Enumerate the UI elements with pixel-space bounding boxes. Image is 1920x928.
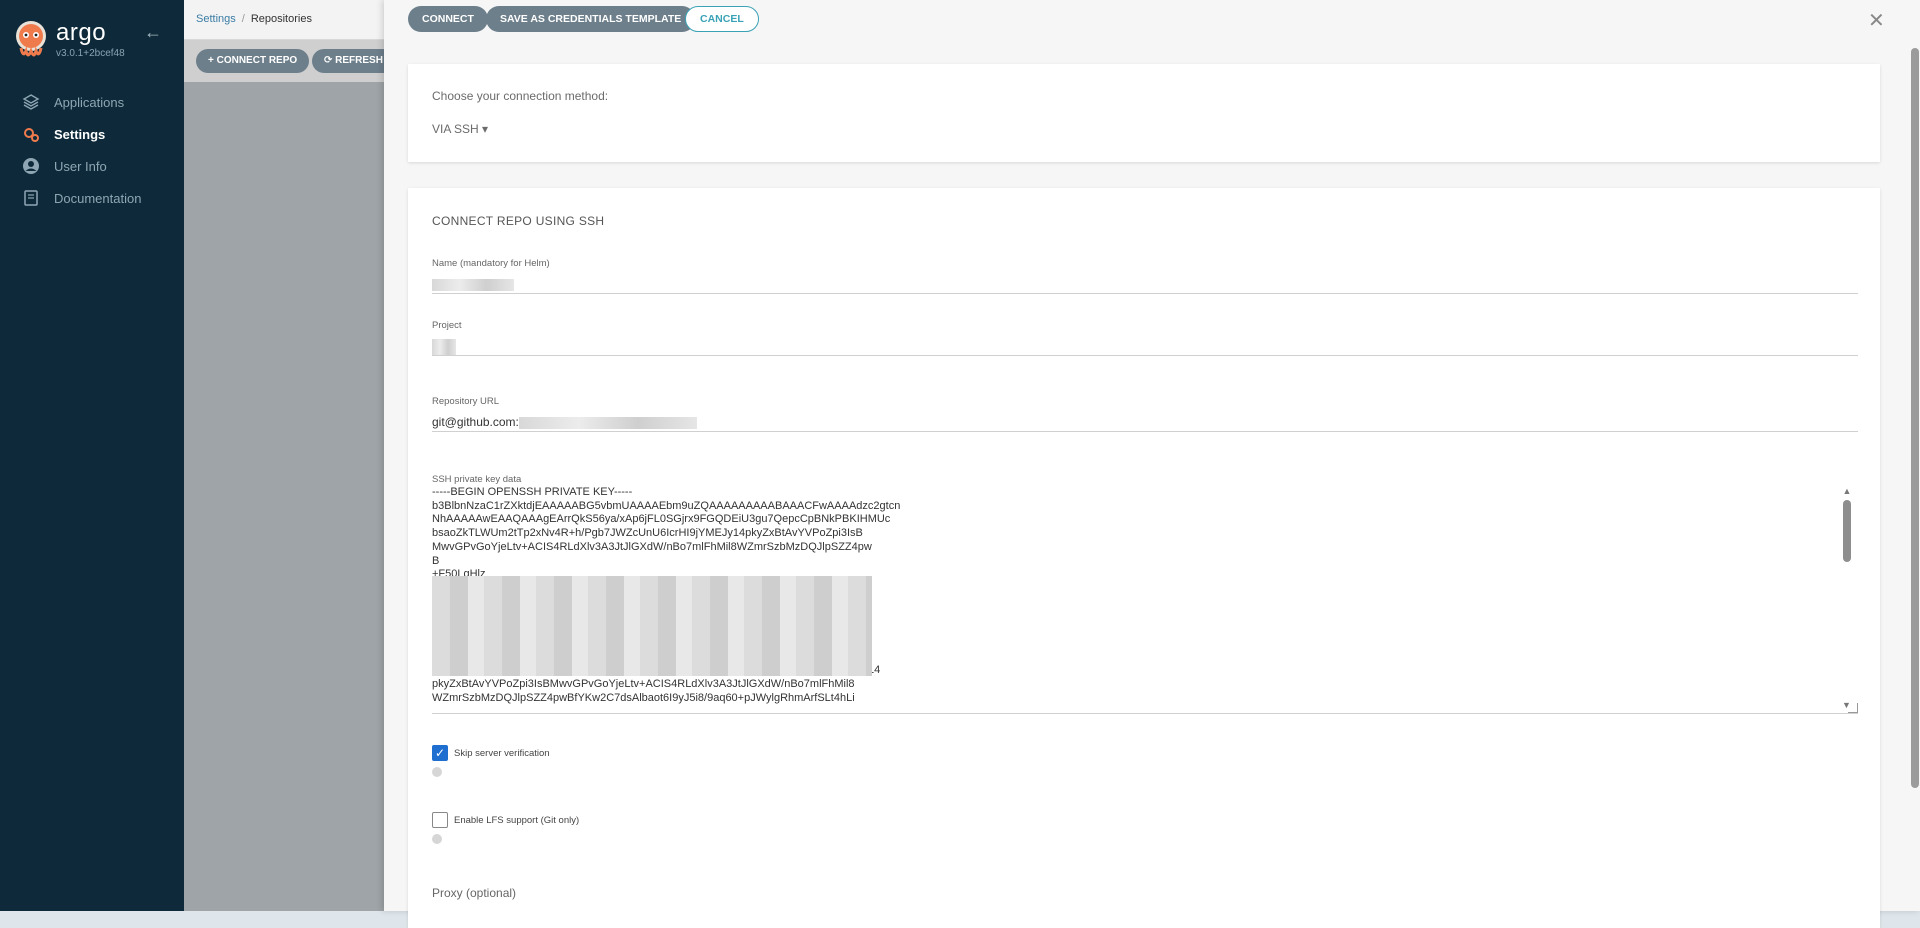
ssh-key-textarea[interactable]: -----BEGIN OPENSSH PRIVATE KEY----- b3Bl… [432,486,1822,706]
sidebar-item-label: User Info [54,158,107,174]
resize-handle-icon[interactable] [1848,703,1858,713]
textarea-scrollbar[interactable]: ▲ ▼ [1840,486,1854,710]
layers-icon [22,93,40,111]
project-input[interactable] [432,339,1858,355]
skip-verification-checkbox[interactable]: ✓ [432,745,448,761]
sidebar-item-label: Applications [54,94,125,110]
connect-button[interactable]: CONNECT [408,6,488,32]
cancel-button[interactable]: CANCEL [685,6,759,32]
skip-verification-label: Skip server verification [454,747,550,759]
panel-header: CONNECT SAVE AS CREDENTIALS TEMPLATE CAN… [384,0,1920,40]
sidebar-item-documentation[interactable]: Documentation [0,182,184,214]
dropdown-value: VIA SSH [432,122,479,136]
gears-icon [22,125,40,143]
skip-verification-row[interactable]: ✓ Skip server verification [432,745,550,761]
refresh-button[interactable]: ⟳ REFRESH [312,49,395,73]
save-credentials-template-button[interactable]: SAVE AS CREDENTIALS TEMPLATE [486,6,696,32]
sidebar-item-settings[interactable]: Settings [0,118,184,150]
project-label: Project [432,320,462,331]
method-prompt: Choose your connection method: [432,89,609,103]
scroll-thumb[interactable] [1843,500,1851,562]
connect-repo-panel: CONNECT SAVE AS CREDENTIALS TEMPLATE CAN… [384,0,1920,928]
section-title: CONNECT REPO USING SSH [432,214,605,228]
argo-octopus-icon [16,21,46,57]
caret-down-icon: ▾ [482,122,489,136]
lfs-checkbox[interactable] [432,812,448,828]
proxy-label: Proxy (optional) [432,886,517,900]
repo-url-input[interactable]: git@github.com: [432,415,1858,431]
logo-name: argo [56,19,107,46]
panel-scroll-thumb[interactable] [1911,48,1919,788]
ssh-form-card: CONNECT REPO USING SSH Name (mandatory f… [408,188,1880,928]
book-icon [22,189,40,207]
ssh-key-label: SSH private key data [432,474,522,485]
name-input[interactable] [432,277,1858,293]
argo-logo[interactable]: argo v3.0.1+2bcef48 [14,18,125,60]
close-icon[interactable]: ✕ [1868,8,1885,33]
breadcrumb-current: Repositories [250,13,312,25]
info-hint-icon[interactable] [432,767,442,777]
sidebar-item-label: Documentation [54,190,142,206]
sidebar-item-user-info[interactable]: User Info [0,150,184,182]
collapse-sidebar-icon[interactable]: ← [144,23,164,41]
sidebar-item-label: Settings [54,126,106,142]
name-field[interactable]: Name (mandatory for Helm) [432,258,1858,294]
repo-url-label: Repository URL [432,396,500,407]
repo-url-value: git@github.com: [432,415,519,429]
panel-scrollbar[interactable] [1910,40,1920,911]
sidebar-item-applications[interactable]: Applications [0,86,184,118]
user-circle-icon [22,157,40,175]
connection-method-dropdown[interactable]: VIA SSH ▾ [432,122,488,136]
version-label: v3.0.1+2bcef48 [56,48,125,59]
connect-repo-button[interactable]: + CONNECT REPO [196,49,310,73]
repo-url-field[interactable]: Repository URL git@github.com: [432,396,1858,432]
sidebar: argo v3.0.1+2bcef48 ← Applications Setti… [0,0,184,911]
sidebar-nav: Applications Settings User Info Document… [0,86,184,214]
lfs-label: Enable LFS support (Git only) [454,814,580,826]
project-field[interactable]: Project [432,320,1858,356]
connection-method-card: Choose your connection method: VIA SSH ▾ [408,64,1880,162]
info-hint-icon[interactable] [432,834,442,844]
scroll-up-icon[interactable]: ▲ [1840,486,1854,496]
breadcrumb-settings[interactable]: Settings [196,13,236,25]
name-label: Name (mandatory for Helm) [432,258,550,269]
lfs-row[interactable]: Enable LFS support (Git only) [432,812,579,828]
breadcrumb: Settings / Repositories [196,13,312,25]
ssh-key-field[interactable]: SSH private key data -----BEGIN OPENSSH … [432,474,1858,714]
